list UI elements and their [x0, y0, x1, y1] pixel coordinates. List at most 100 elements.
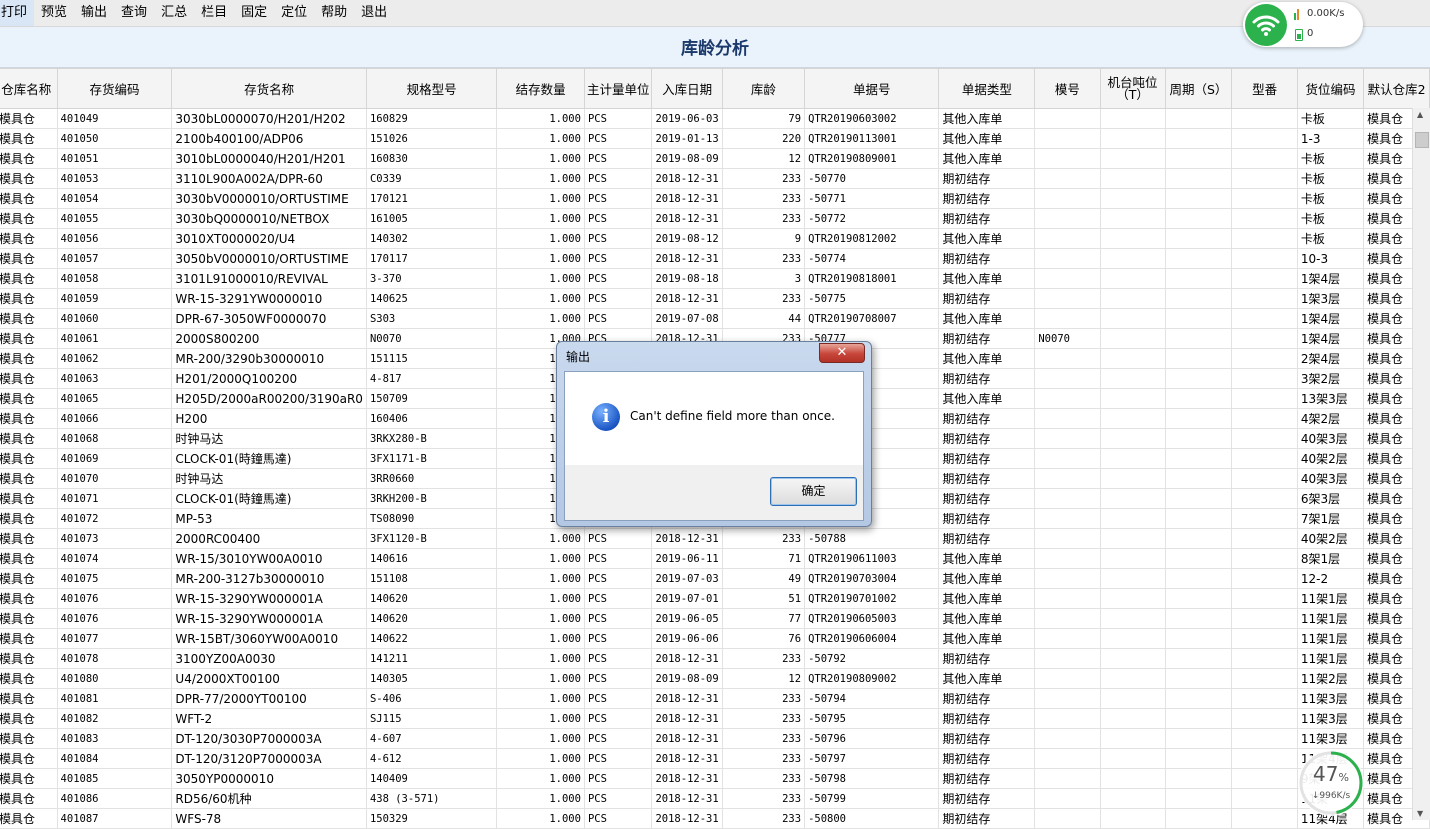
table-cell[interactable] [1164, 628, 1233, 649]
table-cell[interactable] [1034, 448, 1101, 469]
table-cell[interactable]: 401060 [56, 308, 173, 329]
table-cell[interactable]: WR-15-3291YW0000010 [171, 288, 367, 309]
table-cell[interactable]: 11架1层 [1296, 608, 1365, 629]
table-row[interactable]: 模具仓 401080 U4/2000XT00100 140305 1.000 PCS 201… [0, 668, 1430, 689]
column-header-12[interactable]: 周期（S） [1164, 68, 1233, 109]
scroll-up-arrow-icon[interactable]: ▲ [1417, 110, 1423, 119]
table-row[interactable]: 模具仓 401059 WR-15-3291YW0000010 140625 1.000 P… [0, 288, 1430, 309]
table-cell[interactable]: 期初结存 [938, 168, 1036, 189]
table-cell[interactable]: 13架3层 [1296, 388, 1365, 409]
table-cell[interactable]: 233 [721, 688, 806, 709]
table-cell[interactable]: 1架4层 [1296, 328, 1365, 349]
table-cell[interactable] [1231, 488, 1298, 509]
table-cell[interactable]: RD56/60机种 [171, 788, 367, 809]
column-header-11[interactable]: 机台吨位（T） [1099, 68, 1166, 109]
table-cell[interactable]: 模具仓 [0, 388, 58, 409]
table-cell[interactable]: 4-612 [365, 748, 498, 769]
table-cell[interactable]: 2018-12-31 [651, 708, 723, 729]
table-cell[interactable]: 77 [721, 608, 806, 629]
table-cell[interactable]: 模具仓 [0, 428, 58, 449]
table-cell[interactable]: 233 [721, 808, 806, 829]
table-cell[interactable]: 模具仓 [0, 348, 58, 369]
table-cell[interactable]: 模具仓 [0, 668, 58, 689]
table-cell[interactable] [1164, 688, 1233, 709]
table-row[interactable]: 模具仓 401087 WFS-78 150329 1.000 PCS 2018-12-31 2… [0, 808, 1430, 829]
table-cell[interactable] [1099, 548, 1166, 569]
table-cell[interactable] [1034, 288, 1101, 309]
table-cell[interactable]: 233 [721, 768, 806, 789]
table-cell[interactable]: 401056 [56, 228, 173, 249]
table-cell[interactable]: 1.000 [496, 648, 585, 669]
table-cell[interactable]: 401050 [56, 128, 173, 149]
table-cell[interactable]: 10-3 [1296, 248, 1365, 269]
table-cell[interactable]: 233 [721, 288, 806, 309]
table-cell[interactable]: 模具仓 [0, 108, 58, 129]
table-cell[interactable] [1099, 148, 1166, 169]
table-cell[interactable]: 3101L91000010/REVIVAL [171, 268, 367, 289]
table-cell[interactable]: 140305 [365, 668, 498, 689]
table-cell[interactable]: WR-15-3290YW000001A [171, 608, 367, 629]
table-cell[interactable]: 2019-06-11 [651, 548, 723, 569]
table-cell[interactable] [1231, 308, 1298, 329]
table-cell[interactable]: 1.000 [496, 668, 585, 689]
table-cell[interactable]: 2019-06-06 [651, 628, 723, 649]
column-header-5[interactable]: 主计量单位 [583, 68, 653, 109]
table-cell[interactable]: 2018-12-31 [651, 688, 723, 709]
table-cell[interactable]: 401084 [56, 748, 173, 769]
table-cell[interactable]: 233 [721, 248, 806, 269]
table-row[interactable]: 模具仓 401058 3101L91000010/REVIVAL 3-370 1.000… [0, 268, 1430, 289]
table-cell[interactable]: 1.000 [496, 528, 585, 549]
table-cell[interactable] [1231, 728, 1298, 749]
table-cell[interactable]: 3架2层 [1296, 368, 1365, 389]
table-cell[interactable] [1034, 528, 1101, 549]
table-cell[interactable]: H201/2000Q100200 [171, 368, 367, 389]
table-cell[interactable]: 401086 [56, 788, 173, 809]
table-cell[interactable] [1231, 128, 1298, 149]
table-row[interactable]: 模具仓 401081 DPR-77/2000YT00100 S-406 1.000 PCS… [0, 688, 1430, 709]
column-header-8[interactable]: 单据号 [804, 68, 940, 109]
table-row[interactable]: 模具仓 401050 2100b400100/ADP06 151026 1.000 PCS… [0, 128, 1430, 149]
table-cell[interactable] [1231, 508, 1298, 529]
table-cell[interactable]: 卡板 [1296, 168, 1365, 189]
table-cell[interactable]: 模具仓 [0, 608, 58, 629]
table-cell[interactable]: PCS [583, 128, 653, 149]
table-cell[interactable]: WR-15/3010YW00A0010 [171, 548, 367, 569]
table-cell[interactable]: 2019-06-05 [651, 608, 723, 629]
menu-item-6[interactable]: 固定 [234, 0, 274, 26]
table-cell[interactable]: U4/2000XT00100 [171, 668, 367, 689]
table-cell[interactable]: 其他入库单 [938, 628, 1036, 649]
table-cell[interactable] [1099, 488, 1166, 509]
table-cell[interactable]: 期初结存 [938, 328, 1036, 349]
table-cell[interactable] [1164, 808, 1233, 829]
table-cell[interactable]: PCS [583, 528, 653, 549]
table-cell[interactable] [1034, 208, 1101, 229]
table-cell[interactable]: 1.000 [496, 548, 585, 569]
column-header-2[interactable]: 存货名称 [171, 68, 367, 109]
table-cell[interactable] [1231, 268, 1298, 289]
table-cell[interactable] [1164, 568, 1233, 589]
table-cell[interactable] [1231, 148, 1298, 169]
table-cell[interactable] [1099, 208, 1166, 229]
table-cell[interactable] [1164, 208, 1233, 229]
menu-item-0[interactable]: 打印 [0, 0, 35, 26]
table-cell[interactable] [1164, 588, 1233, 609]
table-cell[interactable]: 模具仓 [0, 468, 58, 489]
table-cell[interactable]: 401087 [56, 808, 173, 829]
table-cell[interactable]: 3RKX280-B [365, 428, 498, 449]
table-row[interactable]: 模具仓 401056 3010XT0000020/U4 140302 1.000 PCS 2… [0, 228, 1430, 249]
menu-item-2[interactable]: 输出 [74, 0, 114, 26]
table-cell[interactable]: PCS [583, 788, 653, 809]
table-cell[interactable]: MP-53 [171, 508, 367, 529]
table-cell[interactable]: 40架3层 [1296, 428, 1365, 449]
table-cell[interactable]: -50792 [804, 648, 940, 669]
table-cell[interactable]: MR-200-3127b30000010 [171, 568, 367, 589]
table-cell[interactable]: 期初结存 [938, 408, 1036, 429]
table-cell[interactable]: 模具仓 [0, 808, 58, 829]
table-cell[interactable]: 2018-12-31 [651, 748, 723, 769]
table-cell[interactable] [1164, 368, 1233, 389]
table-cell[interactable]: 模具仓 [0, 328, 58, 349]
table-cell[interactable] [1034, 148, 1101, 169]
table-cell[interactable]: 11架3层 [1296, 728, 1365, 749]
table-cell[interactable] [1231, 288, 1298, 309]
table-cell[interactable]: -50774 [804, 248, 940, 269]
